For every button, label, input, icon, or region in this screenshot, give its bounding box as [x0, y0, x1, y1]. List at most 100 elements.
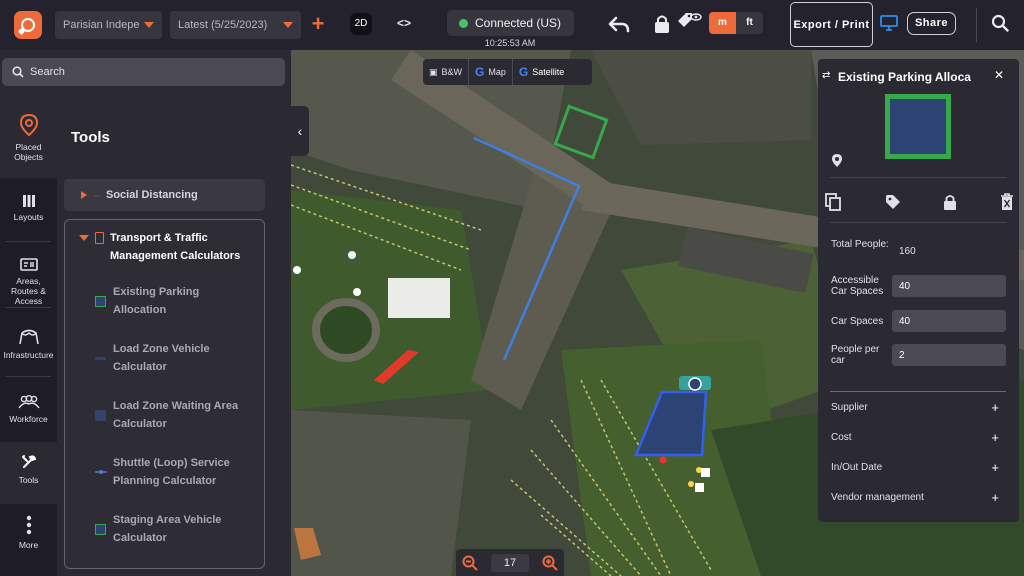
lock-icon[interactable] — [942, 193, 958, 211]
unit-meters-button[interactable]: m — [709, 12, 736, 34]
cost-row[interactable]: Cost + — [831, 430, 1007, 445]
logo-icon — [21, 18, 35, 32]
nav-placed-objects[interactable]: Placed Objects — [0, 103, 57, 178]
undo-icon[interactable] — [608, 13, 630, 35]
export-print-button[interactable]: Export / Print — [790, 2, 873, 47]
map-type-satellite[interactable]: G Satellite — [511, 59, 570, 85]
divider — [830, 391, 1006, 392]
delete-icon[interactable] — [999, 193, 1015, 211]
zoom-out-icon[interactable] — [462, 555, 479, 571]
add-icon[interactable]: + — [309, 12, 327, 36]
nav-workforce[interactable]: Workforce — [0, 395, 57, 424]
divider — [6, 307, 51, 308]
properties-panel: ⇄ Existing Parking Alloca ✕ Total People… — [818, 59, 1019, 522]
accessible-spaces-input[interactable] — [892, 275, 1006, 297]
nav-tools[interactable]: Tools — [0, 442, 57, 504]
search-icon — [12, 66, 24, 78]
supplier-row[interactable]: Supplier + — [831, 400, 1007, 415]
car-spaces-label: Car Spaces — [831, 316, 884, 327]
calculator-icon — [95, 232, 104, 244]
total-people-value: 160 — [899, 246, 916, 257]
google-icon: G — [518, 65, 529, 79]
share-button[interactable]: Share — [907, 12, 956, 35]
monitor-icon[interactable] — [880, 15, 898, 31]
connection-status: Connected (US) — [447, 10, 574, 36]
google-icon: G — [475, 65, 485, 79]
tag-visibility-icon[interactable] — [676, 11, 702, 35]
map-type-map[interactable]: G Map — [468, 59, 512, 85]
people-per-car-input[interactable] — [892, 344, 1006, 366]
divider — [6, 241, 51, 242]
vendor-management-row[interactable]: Vendor management + — [831, 490, 1007, 505]
total-people-label: Total People: — [831, 239, 889, 250]
accessible-spaces-label: Accessible Car Spaces — [831, 275, 884, 297]
more-vertical-icon — [26, 515, 31, 535]
nav-infrastructure[interactable]: Infrastructure — [0, 329, 57, 360]
route-line-icon — [95, 470, 107, 474]
tool-staging-area[interactable]: Staging Area Vehicle Calculator — [95, 511, 265, 547]
wrench-icon — [21, 455, 36, 468]
version-name: Latest (5/25/2023) — [178, 19, 268, 31]
left-panel: Placed Objects Layouts Areas, Routes & A… — [0, 50, 291, 576]
divider — [830, 222, 1007, 223]
layouts-icon — [22, 195, 35, 207]
close-icon[interactable]: ✕ — [994, 68, 1004, 82]
people-per-car-label: People per car — [831, 344, 880, 366]
expand-plus-icon[interactable]: + — [991, 490, 999, 505]
divider — [830, 177, 1007, 178]
app-logo[interactable] — [14, 11, 42, 39]
zoom-in-icon[interactable] — [542, 555, 558, 571]
tool-load-zone-waiting[interactable]: Load Zone Waiting Area Calculator — [95, 397, 265, 433]
in-out-date-row[interactable]: In/Out Date + — [831, 460, 1007, 475]
unit-feet-button[interactable]: ft — [736, 12, 763, 34]
square-green-icon — [95, 523, 106, 535]
zoom-level[interactable]: 17 — [490, 553, 529, 572]
bw-icon: ▣ — [429, 66, 438, 77]
connection-label: Connected (US) — [475, 16, 562, 30]
clock-time: 10:25:53 AM — [484, 38, 536, 48]
collapse-panel-button[interactable]: ‹ — [291, 106, 309, 156]
view-mode-button[interactable]: 2D — [350, 13, 372, 35]
status-dot-icon — [459, 18, 468, 28]
tool-shuttle-service[interactable]: Shuttle (Loop) Service Planning Calculato… — [95, 454, 265, 490]
social-distance-icon: ⇔ — [93, 190, 101, 200]
tag-icon[interactable] — [885, 193, 901, 211]
project-dropdown[interactable]: Parisian Indepe — [55, 11, 162, 39]
map-type-bw[interactable]: ▣ B&W — [423, 59, 468, 85]
nav-layouts[interactable]: Layouts — [0, 195, 57, 222]
lock-icon[interactable] — [654, 14, 670, 34]
group-header[interactable]: Transport & Traffic Management Calculator… — [79, 229, 240, 265]
social-distancing-item[interactable]: ⇔ Social Distancing — [64, 179, 265, 211]
code-icon[interactable]: <> — [395, 14, 413, 32]
tool-load-zone-vehicle[interactable]: Load Zone Vehicle Calculator — [95, 340, 265, 376]
search-icon[interactable] — [991, 14, 1009, 32]
expand-plus-icon[interactable]: + — [991, 460, 999, 475]
zoom-control: 17 — [456, 549, 564, 576]
nav-areas-routes-access[interactable]: Areas, Routes & Access — [0, 257, 57, 306]
search-input[interactable] — [30, 66, 270, 78]
version-dropdown[interactable]: Latest (5/25/2023) — [170, 11, 301, 39]
tools-panel: Tools ⇔ Social Distancing Transport & Tr… — [57, 103, 272, 576]
tool-existing-parking[interactable]: Existing Parking Allocation — [95, 283, 265, 319]
copy-icon[interactable] — [825, 193, 841, 211]
square-green-icon — [95, 295, 106, 307]
location-pin-icon[interactable] — [831, 153, 843, 168]
caret-right-icon — [81, 191, 87, 199]
transport-traffic-group: Transport & Traffic Management Calculator… — [64, 219, 265, 569]
divider — [6, 376, 51, 377]
expand-plus-icon[interactable]: + — [991, 430, 999, 445]
car-spaces-input[interactable] — [892, 310, 1006, 332]
caret-down-icon — [144, 22, 154, 28]
tools-title: Tools — [71, 129, 110, 146]
swap-icon[interactable]: ⇄ — [822, 70, 830, 81]
nav-more[interactable]: More — [0, 515, 57, 550]
line-blue-icon — [95, 356, 106, 360]
top-bar: Parisian Indepe Latest (5/25/2023) + 2D … — [0, 0, 1024, 50]
unit-toggle[interactable]: m ft — [709, 12, 763, 34]
expand-plus-icon[interactable]: + — [991, 400, 999, 415]
object-color-swatch[interactable] — [885, 94, 951, 159]
properties-title: Existing Parking Alloca — [838, 70, 971, 84]
square-blue-icon — [95, 409, 106, 421]
tent-icon — [18, 329, 39, 345]
project-name: Parisian Indepe — [63, 19, 140, 31]
